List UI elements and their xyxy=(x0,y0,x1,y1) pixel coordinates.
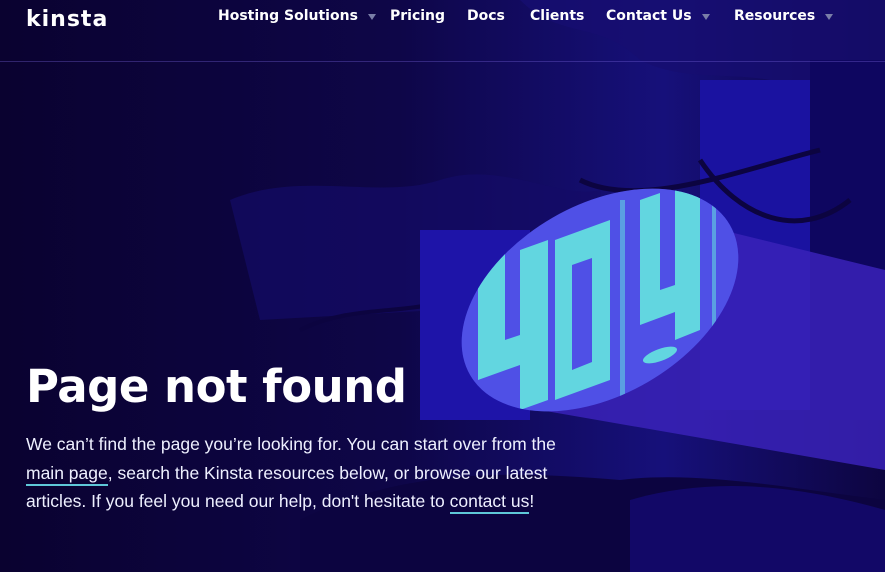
page-description: We can’t find the page you’re looking fo… xyxy=(26,430,586,516)
nav-hosting-solutions[interactable]: Hosting Solutions xyxy=(218,8,376,24)
nav-docs[interactable]: Docs xyxy=(467,8,505,24)
kinsta-logo[interactable]: kinsta xyxy=(26,7,108,32)
chevron-down-icon xyxy=(825,14,834,20)
main-page-link[interactable]: main page xyxy=(26,462,108,486)
nav-resources[interactable]: Resources xyxy=(734,8,834,24)
site-header: kinsta Hosting Solutions Pricing Docs Cl… xyxy=(0,0,885,62)
nav-label: Resources xyxy=(734,8,816,24)
nav-contact-us[interactable]: Contact Us xyxy=(606,8,710,24)
nav-pricing[interactable]: Pricing xyxy=(390,8,445,24)
not-found-content: Page not found We can’t find the page yo… xyxy=(26,358,586,516)
nav-label: Docs xyxy=(467,8,505,24)
page-title: Page not found xyxy=(26,360,407,413)
nav-label: Contact Us xyxy=(606,8,692,24)
contact-us-link[interactable]: contact us xyxy=(449,491,530,514)
nav-label: Clients xyxy=(530,8,585,24)
desc-text: We can’t find the page you’re looking fo… xyxy=(26,434,556,454)
nav-clients[interactable]: Clients xyxy=(530,8,584,24)
chevron-down-icon xyxy=(701,14,710,20)
nav-label: Hosting Solutions xyxy=(218,8,358,24)
chevron-down-icon xyxy=(367,14,376,20)
nav-label: Pricing xyxy=(390,8,446,24)
desc-text: ! xyxy=(529,491,535,511)
